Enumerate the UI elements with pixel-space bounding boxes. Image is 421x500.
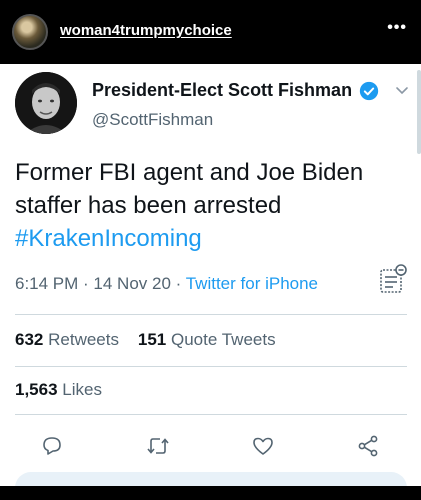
profile-avatar[interactable] [12,14,48,50]
quotes-label: Quote Tweets [171,330,276,349]
tweet-date[interactable]: 14 Nov 20 [93,274,171,293]
likes-label: Likes [62,380,102,399]
quotes-stat[interactable]: 151 Quote Tweets [138,330,276,349]
hashtag-link[interactable]: #KrakenIncoming [15,225,202,252]
meta-separator: · [170,274,186,293]
instagram-header: woman4trumpmychoice ••• [0,0,421,64]
divider [15,314,407,315]
retweets-label: Retweets [48,330,119,349]
author-name[interactable]: President-Elect Scott Fishman [92,80,352,101]
tweet-meta: 6:14 PM · 14 Nov 20 · Twitter for iPhone [15,274,318,294]
bottom-bar [0,486,421,500]
profile-username[interactable]: woman4trumpmychoice [60,22,232,39]
likes-count: 1,563 [15,380,58,399]
verified-icon [359,81,379,101]
divider [15,414,407,415]
engagement-stats: 632 Retweets 151 Quote Tweets [15,330,276,350]
retweet-icon[interactable] [146,434,170,458]
tweet-card: President-Elect Scott Fishman @ScottFish… [0,64,421,500]
retweets-count: 632 [15,330,44,349]
tweet-source[interactable]: Twitter for iPhone [186,274,318,293]
author-handle[interactable]: @ScottFishman [92,110,213,130]
share-icon[interactable] [356,434,380,458]
analytics-icon[interactable] [379,264,407,294]
divider [15,366,407,367]
tweet-text: Former FBI agent and Joe Biden staffer h… [15,156,410,255]
tweet-time[interactable]: 6:14 PM [15,274,78,293]
scroll-indicator [417,70,421,154]
chevron-down-icon[interactable] [394,82,410,98]
like-icon[interactable] [251,434,275,458]
author-avatar[interactable] [15,72,77,134]
more-icon[interactable]: ••• [387,20,407,36]
reply-icon[interactable] [40,434,64,458]
tweet-body: Former FBI agent and Joe Biden staffer h… [15,159,364,219]
action-bar [0,424,421,464]
likes-stat[interactable]: 1,563 Likes [15,380,102,400]
meta-separator: · [78,274,94,293]
retweets-stat[interactable]: 632 Retweets [15,330,119,349]
quotes-count: 151 [137,330,167,349]
